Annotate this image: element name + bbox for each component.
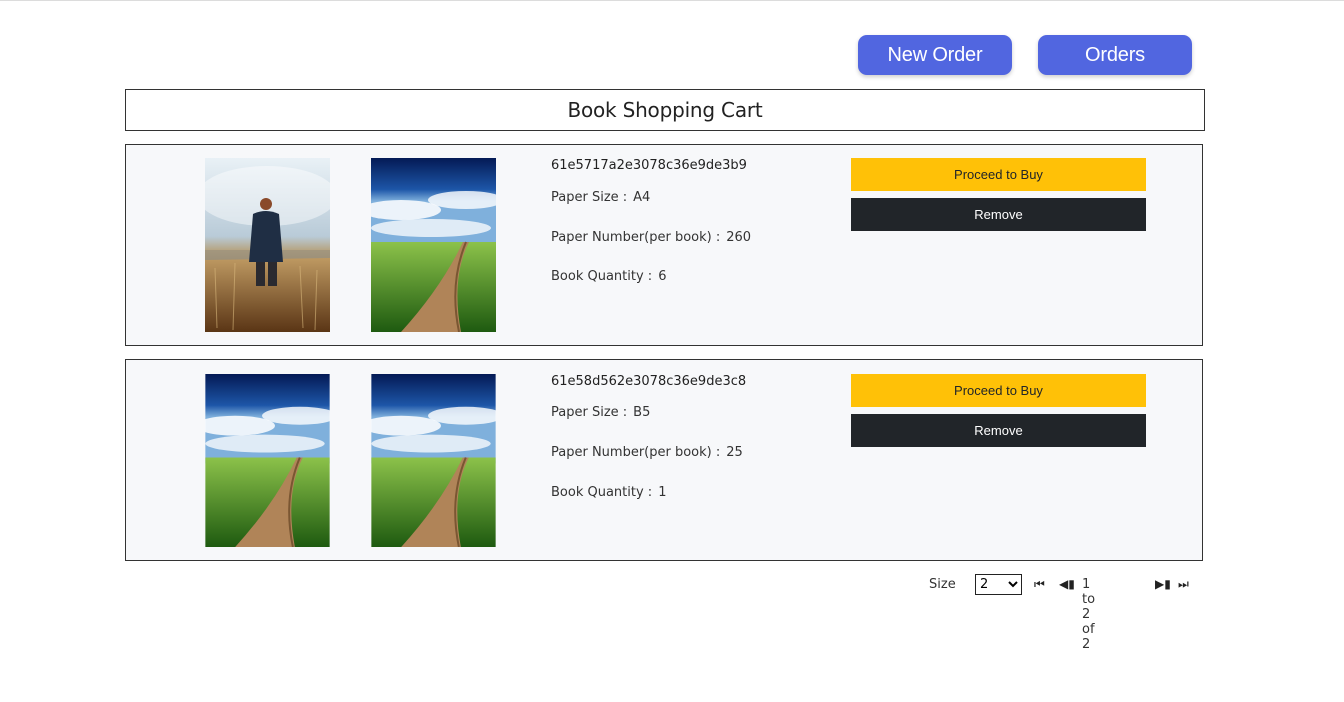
first-page-icon[interactable]: ⏮	[1034, 577, 1045, 592]
book-quantity-value: 1	[658, 485, 667, 500]
paper-size-value: A4	[633, 190, 651, 205]
book-quantity-label: Book Quantity :	[551, 485, 653, 500]
proceed-to-buy-button[interactable]: Proceed to Buy	[851, 158, 1146, 191]
paper-size-label: Paper Size :	[551, 405, 628, 420]
order-id: 61e5717a2e3078c36e9de3b9	[551, 158, 747, 173]
order-id: 61e58d562e3078c36e9de3c8	[551, 374, 747, 389]
cart-item: 61e58d562e3078c36e9de3c8 Paper Size : B5 …	[125, 359, 1203, 561]
new-order-button[interactable]: New Order	[858, 35, 1012, 75]
book-quantity-value: 6	[658, 269, 667, 284]
page-size-select[interactable]: 2	[975, 574, 1022, 595]
cart-item: 61e5717a2e3078c36e9de3b9 Paper Size : A4 …	[125, 144, 1203, 346]
previous-page-icon[interactable]: ◀▮	[1059, 577, 1075, 591]
proceed-to-buy-button[interactable]: Proceed to Buy	[851, 374, 1146, 407]
last-page-icon[interactable]: ⏭	[1178, 577, 1189, 592]
paper-size-label: Paper Size :	[551, 190, 628, 205]
pagination-range: 1 to 2 of 2	[1082, 577, 1096, 652]
book-quantity-field: Book Quantity : 6	[551, 269, 666, 284]
paper-number-value: 25	[726, 445, 743, 460]
remove-button[interactable]: Remove	[851, 414, 1146, 447]
top-divider	[0, 0, 1344, 1]
paper-number-label: Paper Number(per book) :	[551, 445, 721, 460]
book-cover-image	[205, 158, 330, 332]
book-quantity-label: Book Quantity :	[551, 269, 653, 284]
paper-number-value: 260	[726, 230, 752, 245]
paper-number-label: Paper Number(per book) :	[551, 230, 721, 245]
book-cover-image	[371, 374, 496, 547]
remove-button[interactable]: Remove	[851, 198, 1146, 231]
paper-number-field: Paper Number(per book) : 260	[551, 230, 751, 245]
book-cover-image	[371, 158, 496, 332]
next-page-icon[interactable]: ▶▮	[1155, 577, 1171, 591]
page-title: Book Shopping Cart	[567, 98, 763, 122]
paper-size-value: B5	[633, 405, 651, 420]
paper-size-field: Paper Size : A4	[551, 190, 650, 205]
orders-button[interactable]: Orders	[1038, 35, 1192, 75]
paper-number-field: Paper Number(per book) : 25	[551, 445, 743, 460]
book-cover-image	[205, 374, 330, 547]
page-title-box: Book Shopping Cart	[125, 89, 1205, 131]
paper-size-field: Paper Size : B5	[551, 405, 650, 420]
page-size-label: Size	[929, 577, 956, 592]
book-quantity-field: Book Quantity : 1	[551, 485, 666, 500]
